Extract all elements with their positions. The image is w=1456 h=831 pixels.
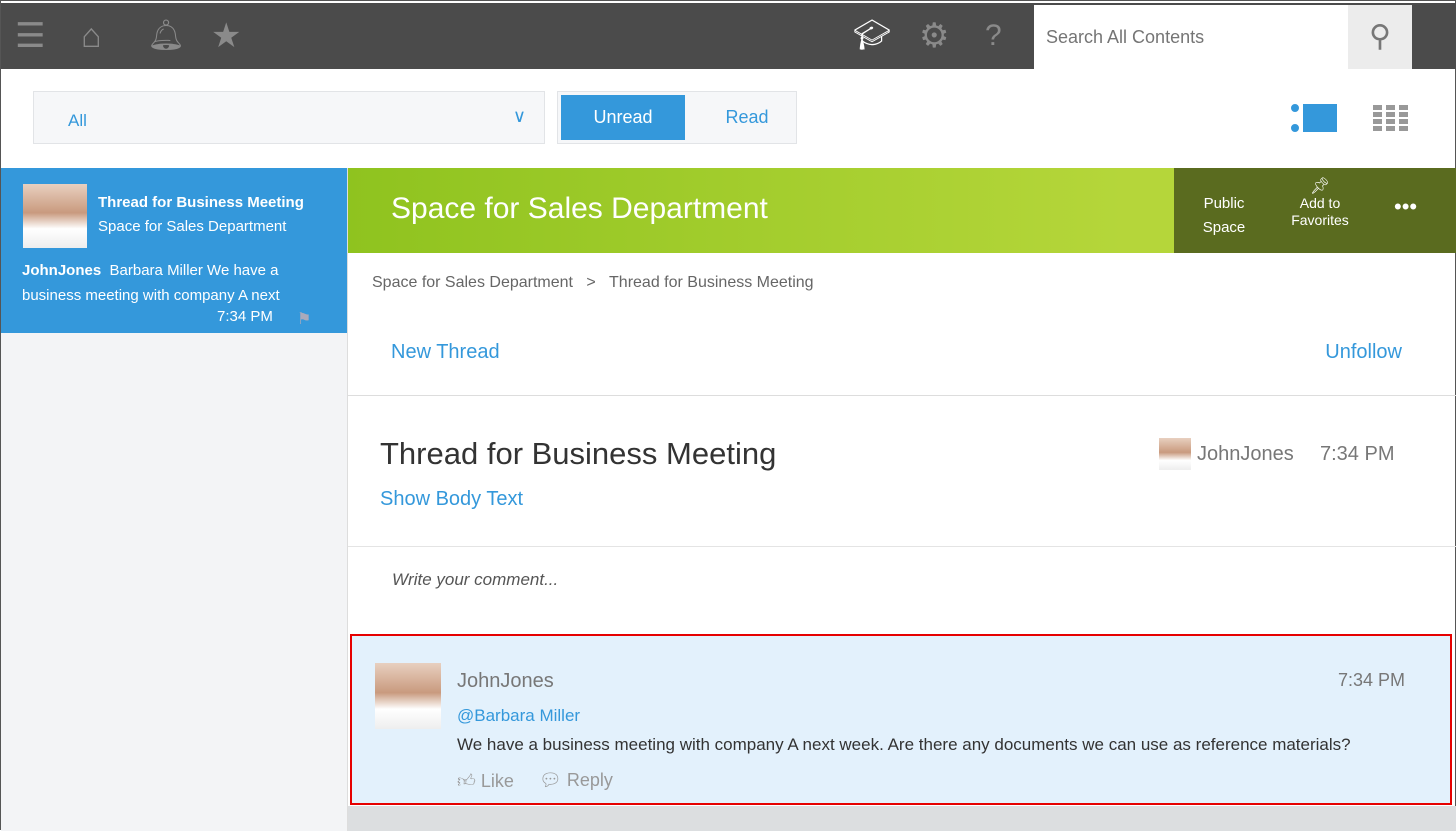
filter-dropdown[interactable]: All ∨ <box>33 91 545 144</box>
show-body-link[interactable]: Show Body Text <box>380 488 523 511</box>
thread-title: Thread for Business Meeting <box>380 436 777 471</box>
unread-button[interactable]: Unread <box>561 95 685 140</box>
item-space: Space for Sales Department <box>98 218 287 235</box>
chevron-down-icon: ∨ <box>512 106 526 126</box>
bell-icon[interactable]: 🔔︎ <box>147 3 185 69</box>
thread-time: 7:34 PM <box>1320 443 1395 465</box>
top-bar: ☰ ⌂ 🔔︎ ★ 🎓︎ ⚙ ? ⚲ <box>1 3 1456 69</box>
breadcrumb-thread: Thread for Business Meeting <box>609 274 814 291</box>
sidebar: Thread for Business Meeting Space for Sa… <box>1 168 348 831</box>
item-author: JohnJones <box>22 262 102 279</box>
unfollow-link[interactable]: Unfollow <box>1325 341 1402 364</box>
reply-label: Reply <box>566 770 613 790</box>
star-icon[interactable]: ★ <box>211 3 241 69</box>
new-thread-link[interactable]: New Thread <box>391 341 500 364</box>
menu-icon[interactable]: ☰ <box>15 3 45 69</box>
comment-time: 7:34 PM <box>1337 670 1405 690</box>
breadcrumb: Space for Sales Department > Thread for … <box>372 274 814 292</box>
more-button[interactable]: ••• <box>1394 194 1417 220</box>
flag-icon[interactable]: ⚑ <box>297 309 311 329</box>
gear-icon[interactable]: ⚙ <box>919 3 949 69</box>
avatar <box>23 184 87 248</box>
reply-button[interactable]: 💬︎ Reply <box>539 770 613 791</box>
search-icon: ⚲ <box>1369 20 1391 53</box>
add-favorites-button[interactable]: 📌︎ Add to Favorites <box>1284 178 1356 229</box>
breadcrumb-space[interactable]: Space for Sales Department <box>372 274 573 291</box>
item-title: Thread for Business Meeting <box>98 194 304 211</box>
search-input[interactable] <box>1034 5 1348 69</box>
speech-bubble-icon: 💬︎ <box>539 770 562 790</box>
space-header: Space for Sales Department Public Space … <box>348 168 1456 253</box>
item-time: 7:34 PM <box>217 308 273 325</box>
like-label: Like <box>480 771 514 791</box>
pin-icon: 📌︎ <box>1309 178 1331 195</box>
search-button[interactable]: ⚲ <box>1348 5 1412 69</box>
home-icon[interactable]: ⌂ <box>81 3 102 69</box>
filter-value: All <box>68 111 87 130</box>
like-button[interactable]: 👍︎ Like <box>457 770 514 792</box>
comment-input[interactable]: Write your comment... <box>392 570 558 590</box>
graduation-cap-icon[interactable]: 🎓︎ <box>853 3 891 69</box>
favorites-label: Add to Favorites <box>1291 195 1349 228</box>
space-title: Space for Sales Department <box>391 192 768 225</box>
thumbs-up-icon: 👍︎ <box>457 771 476 791</box>
mention-link[interactable]: @Barbara Miller <box>457 706 580 726</box>
comment-author[interactable]: JohnJones <box>457 670 554 693</box>
comment-avatar <box>375 663 441 729</box>
thread-header: Thread for Business Meeting Show Body Te… <box>348 395 1456 547</box>
list-view-icon[interactable] <box>1291 104 1337 132</box>
thread-list-item[interactable]: Thread for Business Meeting Space for Sa… <box>1 168 347 333</box>
comment: JohnJones 7:34 PM @Barbara Miller We hav… <box>350 634 1452 805</box>
read-button[interactable]: Read <box>685 95 809 140</box>
help-icon[interactable]: ? <box>985 3 1002 69</box>
grid-view-icon[interactable] <box>1373 105 1408 131</box>
thread-author[interactable]: JohnJones <box>1197 443 1294 466</box>
comment-text: We have a business meeting with company … <box>457 735 1351 754</box>
breadcrumb-separator: > <box>586 274 596 291</box>
read-toggle: Unread Read <box>557 91 797 144</box>
author-avatar <box>1159 438 1191 470</box>
public-space-label: Public Space <box>1202 195 1246 236</box>
footer-gap <box>348 806 1456 831</box>
